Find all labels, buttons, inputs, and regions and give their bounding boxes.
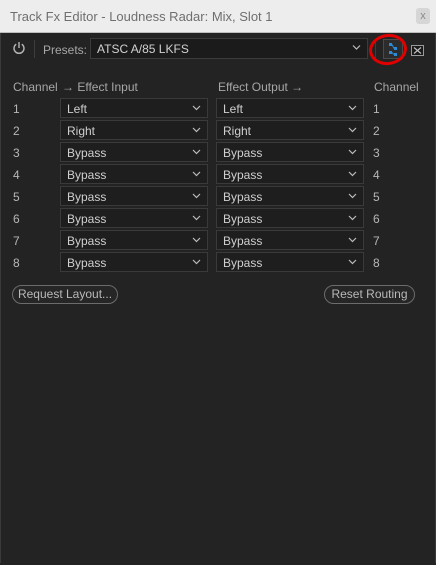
select-value: Bypass [67, 146, 107, 160]
fx-bypass-icon[interactable] [411, 45, 424, 56]
channel-number: 8 [13, 256, 20, 270]
effect-output-header: Effect Output → [218, 80, 304, 94]
channel-number: 5 [13, 190, 20, 204]
effect-input-select[interactable]: Bypass [60, 208, 208, 228]
select-value: Bypass [67, 234, 107, 248]
chevron-down-icon [192, 105, 201, 111]
output-channel-number: 8 [373, 256, 380, 270]
chevron-down-icon [348, 193, 357, 199]
effect-output-select[interactable]: Right [216, 120, 364, 140]
window-close-button[interactable]: x [416, 8, 430, 24]
output-channel-number: 1 [373, 102, 380, 116]
select-value: Bypass [67, 256, 107, 270]
effect-output-select[interactable]: Bypass [216, 186, 364, 206]
chevron-down-icon [348, 237, 357, 243]
output-channel-number: 5 [373, 190, 380, 204]
power-icon[interactable] [12, 41, 26, 55]
presets-label: Presets: [43, 43, 88, 57]
output-channel-number: 2 [373, 124, 380, 138]
chevron-down-icon [348, 127, 357, 133]
preset-value: ATSC A/85 LKFS [97, 42, 189, 56]
channel-number: 2 [13, 124, 20, 138]
toolbar-divider [375, 40, 376, 58]
window-title: Track Fx Editor - Loudness Radar: Mix, S… [10, 9, 273, 24]
effect-output-select[interactable]: Bypass [216, 230, 364, 250]
select-value: Right [67, 124, 96, 138]
chevron-down-icon [192, 149, 201, 155]
chevron-down-icon [348, 105, 357, 111]
chevron-down-icon [192, 171, 201, 177]
output-channel-number: 4 [373, 168, 380, 182]
channel-number: 1 [13, 102, 20, 116]
select-value: Bypass [223, 212, 263, 226]
effect-output-select[interactable]: Bypass [216, 164, 364, 184]
output-channel-number: 3 [373, 146, 380, 160]
select-value: Bypass [223, 256, 263, 270]
chevron-down-icon [348, 149, 357, 155]
select-value: Left [67, 102, 88, 116]
channel-header-right: Channel [374, 80, 419, 94]
select-value: Bypass [67, 212, 107, 226]
chevron-down-icon [348, 215, 357, 221]
channel-header-left: Channel [13, 80, 58, 94]
toolbar: Presets: ATSC A/85 LKFS [1, 33, 435, 63]
chevron-down-icon [192, 237, 201, 243]
toolbar-divider [34, 40, 35, 58]
channel-number: 3 [13, 146, 20, 160]
effect-input-select[interactable]: Bypass [60, 252, 208, 272]
chevron-down-icon [348, 171, 357, 177]
effect-input-select[interactable]: Bypass [60, 186, 208, 206]
chevron-down-icon [352, 45, 361, 50]
select-value: Bypass [223, 146, 263, 160]
effect-input-select[interactable]: Bypass [60, 142, 208, 162]
preset-select[interactable]: ATSC A/85 LKFS [90, 38, 368, 59]
effect-output-select[interactable]: Left [216, 98, 364, 118]
chevron-down-icon [192, 127, 201, 133]
select-value: Left [223, 102, 244, 116]
channel-number: 7 [13, 234, 20, 248]
title-bar: Track Fx Editor - Loudness Radar: Mix, S… [0, 0, 436, 33]
chevron-down-icon [192, 193, 201, 199]
reset-routing-button[interactable]: Reset Routing [324, 285, 415, 304]
effect-input-select[interactable]: Left [60, 98, 208, 118]
chevron-down-icon [348, 259, 357, 265]
chevron-down-icon [192, 215, 201, 221]
select-value: Bypass [223, 168, 263, 182]
effect-input-select[interactable]: Right [60, 120, 208, 140]
select-value: Bypass [67, 190, 107, 204]
effect-input-select[interactable]: Bypass [60, 164, 208, 184]
select-value: Bypass [223, 190, 263, 204]
effect-input-header: → Effect Input [62, 80, 138, 94]
effect-output-select[interactable]: Bypass [216, 142, 364, 162]
channel-number: 4 [13, 168, 20, 182]
request-layout-button[interactable]: Request Layout... [12, 285, 118, 304]
effect-output-select[interactable]: Bypass [216, 208, 364, 228]
select-value: Bypass [223, 234, 263, 248]
select-value: Bypass [67, 168, 107, 182]
effect-output-select[interactable]: Bypass [216, 252, 364, 272]
output-channel-number: 7 [373, 234, 380, 248]
fx-editor-panel: Presets: ATSC A/85 LKFS Channel → Effect… [0, 33, 436, 563]
channel-number: 6 [13, 212, 20, 226]
output-channel-number: 6 [373, 212, 380, 226]
select-value: Right [223, 124, 252, 138]
routing-icon [389, 43, 397, 56]
effect-input-select[interactable]: Bypass [60, 230, 208, 250]
chevron-down-icon [192, 259, 201, 265]
channel-routing-button[interactable] [383, 39, 403, 59]
